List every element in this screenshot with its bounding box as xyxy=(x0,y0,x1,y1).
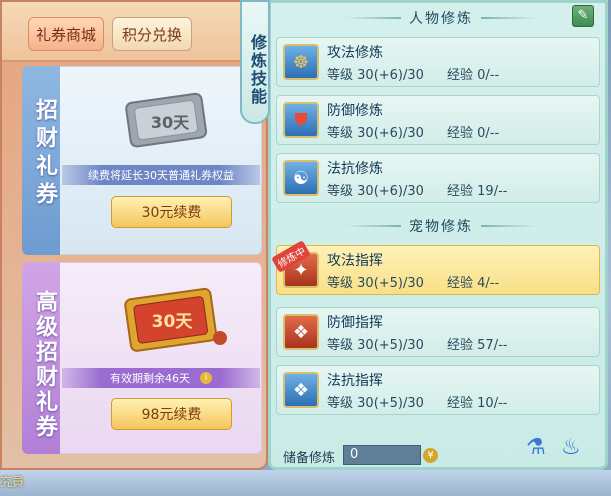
card-description: 续费将延长30天普通礼券权益 xyxy=(62,165,260,185)
card-title: 高级招财礼券 xyxy=(32,290,57,440)
shield-icon: ⛊ xyxy=(283,102,319,138)
tab-points-exchange[interactable]: 积分兑换 xyxy=(112,17,192,51)
card-description: 有效期剩余46天 i xyxy=(62,368,260,388)
skill-row-attack[interactable]: ☸ 攻法修炼 等级 30(+6)/30 经验 0/-- xyxy=(276,37,600,87)
reserve-label: 储备修炼 xyxy=(283,451,336,466)
skill-exp: 经验 57/-- xyxy=(447,338,508,353)
renew-30-button[interactable]: 30元续费 xyxy=(111,196,232,228)
paw-resist-icon: ❖ xyxy=(283,372,319,408)
skill-row-pet-defense[interactable]: ❖ 防御指挥 等级 30(+5)/30 经验 57/-- xyxy=(276,307,600,357)
skill-name: 攻法指挥 xyxy=(327,253,383,269)
skill-level: 等级 30(+6)/30 xyxy=(327,68,424,83)
flame-icon[interactable]: ♨ xyxy=(561,435,581,460)
shop-panel: 礼券商城 积分兑换 招财礼券 30天 续费将延长30天普通礼券权益 30元续费 … xyxy=(0,0,268,470)
skill-name: 防御指挥 xyxy=(327,315,383,331)
skill-name: 防御修炼 xyxy=(327,103,383,119)
reserve-value: 0 xyxy=(343,445,421,465)
skill-name: 攻法修炼 xyxy=(327,45,383,61)
silver-ticket-icon: 30天 xyxy=(125,92,208,148)
skill-level: 等级 30(+5)/30 xyxy=(327,338,424,353)
shop-tabbar: 礼券商城 积分兑换 xyxy=(2,2,266,62)
skill-exp: 经验 0/-- xyxy=(447,68,500,83)
yinyang-icon: ☯ xyxy=(283,160,319,196)
renew-98-button[interactable]: 98元续费 xyxy=(111,398,232,430)
meditate-icon: ☸ xyxy=(283,44,319,80)
side-tab-label: 修炼技能 xyxy=(248,34,267,106)
skill-level: 等级 30(+5)/30 xyxy=(327,276,424,291)
skill-level: 等级 30(+6)/30 xyxy=(327,184,424,199)
skill-row-defense[interactable]: ⛊ 防御修炼 等级 30(+6)/30 经验 0/-- xyxy=(276,95,600,145)
skill-exp: 经验 4/-- xyxy=(447,276,500,291)
ground-strip xyxy=(0,470,611,496)
skill-exp: 经验 0/-- xyxy=(447,126,500,141)
skill-name: 法抗指挥 xyxy=(327,373,383,389)
gold-ticket-icon: 30天 xyxy=(124,287,227,352)
skill-row-resist[interactable]: ☯ 法抗修炼 等级 30(+6)/30 经验 19/-- xyxy=(276,153,600,203)
skill-exp: 经验 10/-- xyxy=(447,396,508,411)
ground-label: 究員 xyxy=(0,475,25,489)
skill-level: 等级 30(+5)/30 xyxy=(327,396,424,411)
person-header-label: 人物修炼 xyxy=(409,11,473,27)
tab-gift-shop[interactable]: 礼券商城 xyxy=(28,17,104,51)
validity-text: 有效期剩余46天 xyxy=(110,372,190,385)
skill-exp: 经验 19/-- xyxy=(447,184,508,199)
ticket-label: 30天 xyxy=(151,113,190,132)
skill-name: 法抗修炼 xyxy=(327,161,383,177)
skill-panel: ✎ 人物修炼 ☸ 攻法修炼 等级 30(+6)/30 经验 0/-- ⛊ 防御修… xyxy=(268,0,608,470)
skill-row-pet-attack[interactable]: ✦ 修炼中 攻法指挥 等级 30(+5)/30 经验 4/-- xyxy=(271,240,600,295)
person-section-header: 人物修炼 xyxy=(271,7,611,29)
card-title: 招财礼券 xyxy=(32,98,57,210)
info-icon[interactable]: i xyxy=(200,372,212,384)
ticket-label: 30天 xyxy=(152,312,194,332)
potion-icon[interactable]: ⚗ xyxy=(526,435,546,460)
paw-shield-icon: ❖ xyxy=(283,314,319,350)
coin-icon[interactable]: ¥ xyxy=(423,448,438,463)
skill-level: 等级 30(+6)/30 xyxy=(327,126,424,141)
pet-header-label: 宠物修炼 xyxy=(409,219,473,235)
skill-row-pet-resist[interactable]: ❖ 法抗指挥 等级 30(+5)/30 经验 10/-- xyxy=(276,365,600,415)
pet-section-header: 宠物修炼 xyxy=(271,215,611,237)
